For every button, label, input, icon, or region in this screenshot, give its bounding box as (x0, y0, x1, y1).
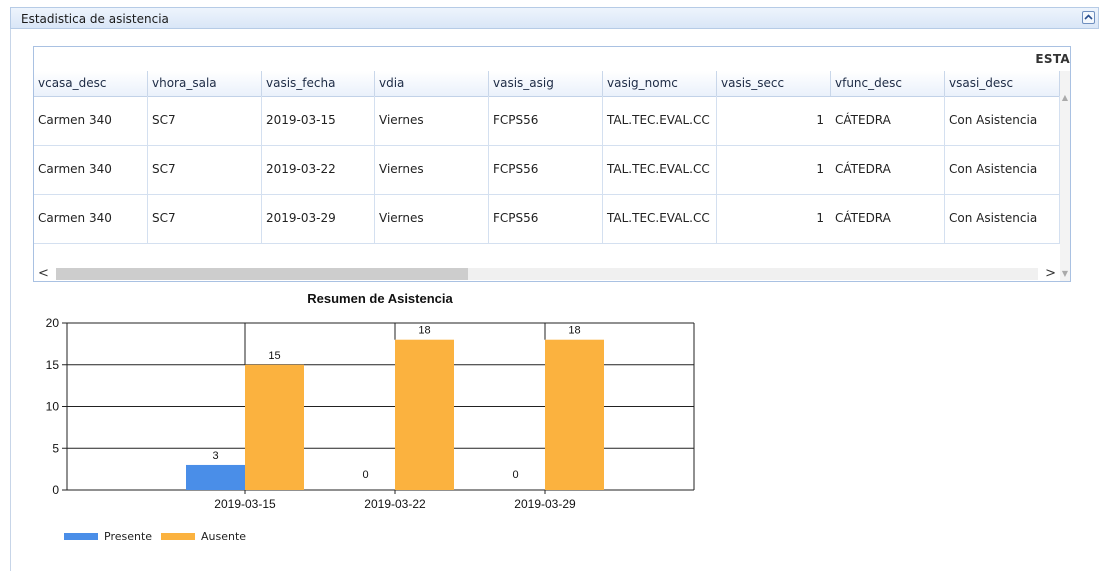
scroll-right-icon[interactable]: > (1045, 266, 1056, 281)
column-header-7[interactable]: vfunc_desc (831, 71, 945, 96)
y-tick-label: 20 (46, 316, 60, 330)
data-label: 0 (362, 469, 368, 481)
y-tick-label: 10 (46, 400, 60, 414)
horizontal-scrollbar[interactable]: < > (34, 264, 1060, 281)
table-cell: Viernes (375, 145, 489, 194)
data-label: 18 (418, 325, 430, 337)
table-cell: Viernes (375, 96, 489, 145)
column-header-5[interactable]: vasig_nomc (603, 71, 717, 96)
table-cell: 1 (816, 162, 824, 176)
bar-ausente-1 (395, 339, 454, 490)
legend-label: Ausente (201, 530, 247, 543)
table-cell: CÁTEDRA (831, 96, 945, 145)
table-cell: FCPS56 (489, 96, 603, 145)
table-cell: 2019-03-15 (262, 96, 375, 145)
bar-presente-0 (186, 464, 245, 490)
table-cell: 2019-03-22 (262, 145, 375, 194)
table-cell: CÁTEDRA (831, 145, 945, 194)
x-tick-label: 2019-03-15 (214, 497, 276, 511)
table-cell: TAL.TEC.EVAL.CC (603, 96, 717, 145)
table-cell: SC7 (148, 96, 262, 145)
legend-swatch (161, 532, 195, 540)
table-cell: Con Asistencia (945, 194, 1060, 243)
data-label: 15 (268, 350, 280, 362)
bar-ausente-2 (545, 339, 604, 490)
column-header-0[interactable]: vcasa_desc (34, 71, 148, 96)
panel-title: Estadistica de asistencia (21, 12, 169, 26)
y-tick-label: 5 (52, 441, 59, 455)
data-label: 3 (212, 450, 218, 462)
y-tick-label: 0 (52, 483, 59, 497)
scroll-track[interactable] (56, 268, 1038, 280)
table-cell: SC7 (148, 194, 262, 243)
attendance-chart: Resumen de Asistencia 0 5 10 15 20 3 0 0 15 18 18 20… (46, 291, 695, 511)
table-row[interactable]: Carmen 340 SC7 2019-03-29 Viernes FCPS56 TAL.… (34, 194, 1060, 244)
column-header-3[interactable]: vdia (375, 71, 489, 96)
y-tick-label: 15 (46, 358, 60, 372)
table-cell: Con Asistencia (945, 96, 1060, 145)
table-cell: Con Asistencia (945, 145, 1060, 194)
column-header-4[interactable]: vasis_asig (489, 71, 603, 96)
table-cell: FCPS56 (489, 145, 603, 194)
table-cell: Viernes (375, 194, 489, 243)
scroll-up-icon[interactable]: ▲ (1060, 93, 1070, 103)
chart-title: Resumen de Asistencia (307, 291, 453, 306)
table-cell: 1 (816, 113, 824, 127)
chevron-up-icon (1084, 14, 1093, 20)
data-grid: ESTA vcasa_desc vhora_sala vasis_fecha vdia… (33, 46, 1071, 282)
grid-title-row: ESTA (34, 47, 1070, 72)
scroll-down-icon[interactable]: ▼ (1060, 269, 1070, 279)
table-row[interactable]: Carmen 340 SC7 2019-03-15 Viernes FCPS56 TAL.… (34, 96, 1060, 146)
data-label: 18 (568, 325, 580, 337)
table-cell: 2019-03-29 (262, 194, 375, 243)
vertical-scrollbar[interactable]: ▲ ▼ (1060, 71, 1070, 281)
table-cell: 1 (816, 211, 824, 225)
table-cell: TAL.TEC.EVAL.CC (603, 194, 717, 243)
legend-item-presente: Presente (64, 530, 152, 543)
grid-header: vcasa_desc vhora_sala vasis_fecha vdia vasis… (34, 71, 1060, 97)
table-cell: Carmen 340 (34, 194, 148, 243)
scroll-left-icon[interactable]: < (38, 266, 49, 281)
table-cell: SC7 (148, 145, 262, 194)
table-cell: Carmen 340 (34, 96, 148, 145)
collapse-button[interactable] (1082, 11, 1095, 24)
column-header-6[interactable]: vasis_secc (717, 71, 831, 96)
table-cell: CÁTEDRA (831, 194, 945, 243)
column-header-2[interactable]: vasis_fecha (262, 71, 375, 96)
grid-title: ESTA (1035, 52, 1070, 66)
column-header-8[interactable]: vsasi_desc (945, 71, 1060, 96)
table-row[interactable]: Carmen 340 SC7 2019-03-22 Viernes FCPS56 TAL.… (34, 145, 1060, 195)
column-header-1[interactable]: vhora_sala (148, 71, 262, 96)
scroll-thumb[interactable] (56, 268, 468, 280)
legend-item-ausente: Ausente (161, 530, 246, 543)
table-cell: Carmen 340 (34, 145, 148, 194)
panel-header: Estadistica de asistencia (10, 7, 1099, 29)
x-tick-label: 2019-03-22 (364, 497, 426, 511)
data-label: 0 (512, 469, 518, 481)
table-cell: TAL.TEC.EVAL.CC (603, 145, 717, 194)
x-tick-label: 2019-03-29 (514, 497, 576, 511)
legend-swatch (64, 532, 98, 540)
legend-label: Presente (104, 530, 153, 543)
bar-ausente-0 (245, 364, 304, 490)
table-cell: FCPS56 (489, 194, 603, 243)
